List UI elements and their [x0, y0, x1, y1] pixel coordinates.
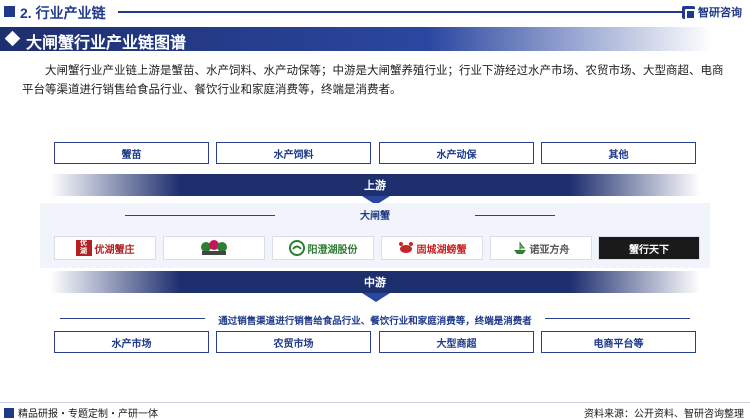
footer-divider [0, 402, 750, 403]
downstream-item-supermarket: 大型商超 [379, 331, 534, 353]
yangchenghu-emblem-icon [288, 240, 305, 256]
footer-slogan: 精品研报・专题定制・产研一体 [18, 409, 158, 419]
company-logo-guchenghu: 固城湖螃蟹 [381, 236, 483, 260]
upstream-item-other: 其他 [541, 142, 696, 164]
channel-description: 通过销售渠道进行销售给食品行业、餐饮行业和家庭消费等，终端是消费者 [218, 316, 532, 327]
chart-banner: 大闸蟹行业产业链图谱 [0, 27, 712, 52]
section-marker [4, 6, 15, 17]
brand-name: 智研咨询 [698, 7, 742, 19]
header-divider [118, 11, 683, 13]
company-logo-noah: 诺亚方舟 [490, 236, 592, 260]
footer: 精品研报・专题定制・产研一体 资料来源：公开资料、智研咨询整理 [0, 402, 750, 419]
company-name-youhu: 优湖蟹庄 [94, 244, 135, 256]
midstream-stage-bar: 中游 [50, 271, 700, 293]
youhu-seal-icon: 优湖 [75, 240, 92, 256]
flower-crab-icon [201, 240, 227, 255]
midstream-title: 大闸蟹 [360, 211, 390, 222]
brand-logo: 智研咨询 [682, 4, 742, 20]
downstream-item-aquatic-market: 水产市场 [54, 331, 209, 353]
downstream-item-ecommerce: 电商平台等 [541, 331, 696, 353]
upstream-stage-bar: 上游 [50, 174, 700, 196]
footer-source: 资料来源：公开资料、智研咨询整理 [584, 409, 744, 419]
down-arrow-midstream [362, 293, 390, 302]
brand-icon [682, 5, 696, 20]
footer-logo-icon [4, 407, 14, 418]
upstream-item-feed: 水产饲料 [216, 142, 371, 164]
company-name-noah: 诺亚方舟 [529, 244, 570, 256]
footer-left: 精品研报・专题定制・产研一体 [4, 405, 158, 419]
company-logo-flower [163, 236, 265, 260]
upstream-item-animal-health: 水产动保 [379, 142, 534, 164]
downstream-item-farmers-market: 农贸市场 [216, 331, 371, 353]
diamond-icon [4, 30, 21, 47]
company-logo-yangchenghu: 阳澄湖股份 [272, 236, 374, 260]
noah-ark-icon [513, 242, 526, 254]
top-bar: 2. 行业产业链 智研咨询 [0, 0, 750, 24]
upstream-item-seedling: 蟹苗 [54, 142, 209, 164]
company-name-yangchenghu: 阳澄湖股份 [307, 244, 358, 256]
company-name-xiexing: 蟹行天下 [629, 244, 669, 256]
company-name-guchenghu: 固城湖螃蟹 [416, 244, 467, 256]
intro-paragraph: 大闸蟹行业产业链上游是蟹苗、水产饲料、水产动保等；中游是大闸蟹养殖行业；行业下游… [22, 65, 724, 96]
company-logo-youhu: 优湖 优湖蟹庄 [54, 236, 156, 260]
section-title: 2. 行业产业链 [20, 5, 106, 21]
company-logo-xiexing: 蟹行天下 [598, 236, 700, 260]
chart-title: 大闸蟹行业产业链图谱 [26, 35, 187, 52]
crab-icon [398, 242, 413, 253]
